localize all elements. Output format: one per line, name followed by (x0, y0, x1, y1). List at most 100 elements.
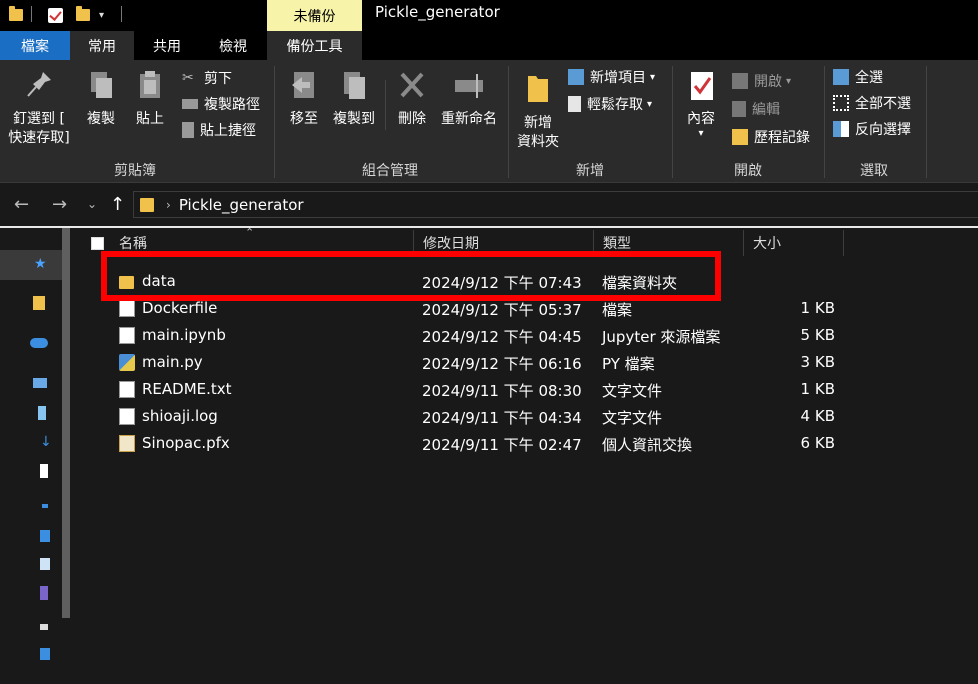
certificate-file-icon (119, 435, 135, 452)
paste-shortcut-label: 貼上捷徑 (200, 123, 256, 139)
table-row[interactable]: main.py 2024/9/12 下午 06:16 PY 檔案 3 KB (75, 349, 978, 376)
move-to-button[interactable]: 移至 (284, 68, 324, 129)
table-row[interactable]: main.ipynb 2024/9/12 下午 04:45 Jupyter 來源… (75, 322, 978, 349)
properties-quick-icon[interactable] (48, 5, 63, 25)
copy-icon (91, 72, 112, 98)
paste-button[interactable]: 貼上 (128, 68, 172, 129)
breadcrumb-chevron-icon[interactable]: › (166, 198, 171, 212)
file-name[interactable]: main.py (142, 353, 203, 371)
file-name[interactable]: Dockerfile (142, 299, 217, 317)
onedrive-cloud-icon[interactable] (30, 338, 48, 348)
music-icon[interactable] (42, 504, 48, 508)
new-item-button[interactable]: 新增項目 ▾ (568, 66, 655, 88)
file-size: 1 KB (800, 299, 835, 317)
separator (121, 6, 122, 22)
quick-access-star-icon[interactable]: ★ (34, 256, 47, 272)
title-bar: ▾ 未備份 Pickle_generator (0, 0, 978, 31)
this-pc-icon[interactable] (33, 378, 47, 388)
new-item-icon (568, 69, 584, 85)
desktop-icon[interactable] (40, 530, 50, 542)
column-header-size[interactable]: 大小 (753, 228, 781, 258)
nav-item-quick-access[interactable] (0, 250, 62, 280)
edit-button[interactable]: 編輯 (732, 98, 780, 120)
file-size: 1 KB (800, 380, 835, 398)
select-all-label: 全選 (855, 70, 883, 86)
properties-check-icon (691, 72, 713, 100)
file-modified: 2024/9/12 下午 04:45 (422, 328, 582, 346)
properties-button[interactable]: 內容 ▾ (680, 68, 722, 139)
table-row[interactable]: README.txt 2024/9/11 下午 08:30 文字文件 1 KB (75, 376, 978, 403)
file-type: 檔案 (602, 301, 633, 319)
file-name[interactable]: main.ipynb (142, 326, 226, 344)
column-separator[interactable] (843, 230, 844, 256)
folder-icon[interactable] (33, 296, 45, 310)
tab-file[interactable]: 檔案 (0, 31, 70, 60)
file-icon (119, 327, 135, 344)
folder-icon (140, 197, 154, 212)
easy-access-button[interactable]: 輕鬆存取 ▾ (568, 93, 652, 115)
pictures-icon[interactable] (40, 558, 50, 570)
separator (672, 66, 673, 178)
customize-toolbar-chevron-icon[interactable]: ▾ (99, 5, 104, 25)
window-title: Pickle_generator (375, 3, 500, 21)
downloads-icon[interactable]: ↓ (40, 434, 52, 450)
navigation-pane: ★ ↓ (0, 228, 70, 684)
back-arrow-icon[interactable]: ← (14, 194, 29, 215)
open-group-label: 開啟 (734, 163, 762, 179)
delete-button[interactable]: 刪除 (392, 68, 432, 129)
local-disk-icon[interactable] (40, 624, 48, 630)
copy-path-label: 複製路徑 (204, 97, 260, 113)
select-all-checkbox[interactable] (91, 237, 104, 250)
tab-home[interactable]: 常用 (70, 31, 134, 60)
address-bar[interactable]: › Pickle_generator (133, 191, 978, 218)
history-label: 歷程記錄 (754, 130, 810, 146)
cut-button[interactable]: ✂ 剪下 (182, 67, 232, 89)
breadcrumb-current[interactable]: Pickle_generator (179, 196, 304, 214)
open-button[interactable]: 開啟 ▾ (732, 70, 791, 92)
3d-objects-icon[interactable] (38, 406, 46, 420)
properties-label: 內容 (687, 111, 715, 127)
recent-locations-chevron-icon[interactable]: ⌄ (87, 197, 97, 211)
file-type: PY 檔案 (602, 355, 655, 373)
chevron-down-icon: ▾ (647, 98, 653, 110)
new-folder-quick-icon[interactable] (76, 5, 90, 25)
paste-label: 貼上 (136, 111, 164, 127)
select-group-label: 選取 (860, 163, 888, 179)
file-name[interactable]: shioaji.log (142, 407, 218, 425)
ribbon-tabs: 檔案 常用 共用 檢視 備份工具 (0, 31, 978, 60)
tab-backup-tools[interactable]: 備份工具 (267, 31, 362, 60)
forward-arrow-icon[interactable]: → (52, 194, 67, 215)
history-button[interactable]: 歷程記錄 (732, 126, 810, 148)
documents-icon[interactable] (40, 464, 48, 478)
tab-share[interactable]: 共用 (134, 31, 200, 60)
new-item-label: 新增項目 (590, 70, 646, 86)
invert-selection-label: 反向選擇 (855, 122, 911, 138)
select-none-button[interactable]: 全部不選 (833, 92, 911, 114)
pin-quick-access-button[interactable]: 釘選到 [ 快速存取] (4, 68, 74, 148)
windows-drive-icon[interactable] (40, 648, 50, 660)
file-modified: 2024/9/12 下午 06:16 (422, 355, 582, 373)
copy-to-button[interactable]: 複製到 (330, 68, 378, 129)
contextual-tab-group: 未備份 (267, 0, 362, 31)
copy-path-button[interactable]: 複製路徑 (182, 93, 260, 115)
copy-button[interactable]: 複製 (80, 68, 122, 129)
new-folder-button[interactable]: 新增 資料夾 (512, 68, 564, 152)
pin-label-2: 快速存取] (8, 130, 70, 146)
file-modified: 2024/9/11 下午 04:34 (422, 409, 582, 427)
table-row[interactable]: Sinopac.pfx 2024/9/11 下午 02:47 個人資訊交換 6 … (75, 430, 978, 457)
rename-button[interactable]: 重新命名 (436, 68, 502, 129)
invert-selection-button[interactable]: 反向選擇 (833, 118, 911, 140)
column-separator[interactable] (743, 230, 744, 256)
nav-scrollbar[interactable] (62, 228, 70, 618)
new-folder-label: 新增 (524, 115, 552, 131)
table-row[interactable]: shioaji.log 2024/9/11 下午 04:34 文字文件 4 KB (75, 403, 978, 430)
sort-ascending-chevron-icon: ⌃ (245, 226, 255, 239)
paste-icon (140, 71, 160, 98)
up-arrow-icon[interactable]: ↑ (110, 194, 125, 215)
paste-shortcut-button[interactable]: 貼上捷徑 (182, 119, 256, 141)
file-name[interactable]: README.txt (142, 380, 232, 398)
select-all-button[interactable]: 全選 (833, 66, 883, 88)
tab-view[interactable]: 檢視 (200, 31, 266, 60)
file-name[interactable]: Sinopac.pfx (142, 434, 230, 452)
videos-icon[interactable] (40, 586, 48, 600)
